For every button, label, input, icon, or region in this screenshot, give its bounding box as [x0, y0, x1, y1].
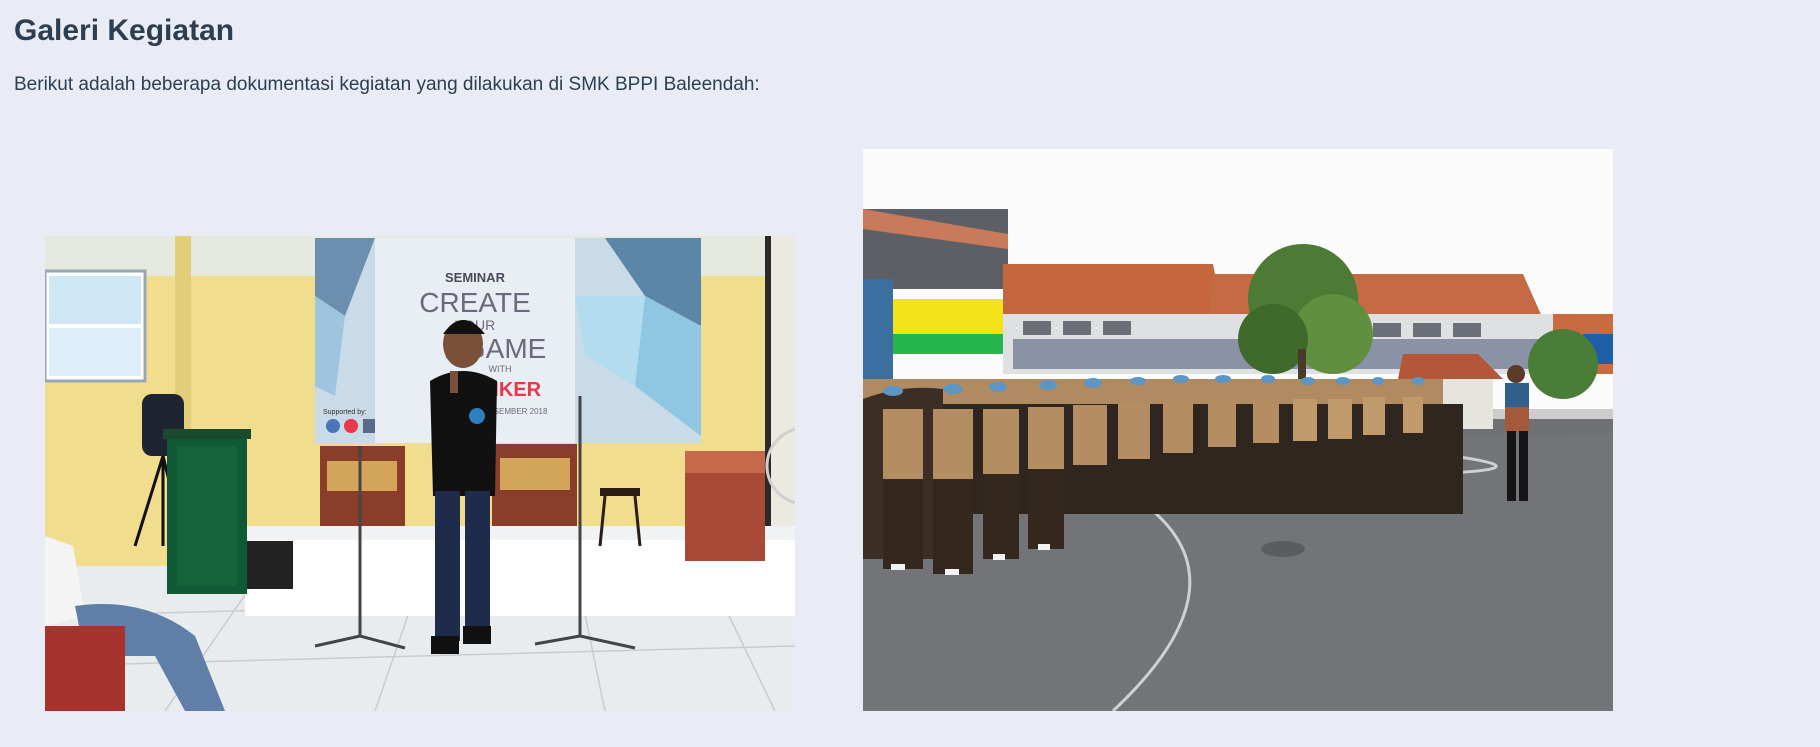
assembly-photo-image: [863, 149, 1613, 711]
banner-line-2: CREATE: [419, 287, 531, 318]
banner-line-5: WITH: [489, 364, 512, 374]
banner-line-1: SEMINAR: [445, 270, 506, 285]
page-title: Galeri Kegiatan: [14, 14, 235, 47]
gallery-photo-assembly[interactable]: [863, 149, 1613, 711]
seminar-photo-image: SEMINAR CREATE YOUR NGAME WITH INKER DES…: [45, 236, 795, 711]
gallery-page: Galeri Kegiatan Berikut adalah beberapa …: [0, 0, 1820, 747]
seminar-banner: SEMINAR CREATE YOUR NGAME WITH INKER DES…: [315, 238, 701, 443]
gallery-photo-seminar[interactable]: SEMINAR CREATE YOUR NGAME WITH INKER DES…: [45, 236, 795, 711]
banner-supported: Supported by:: [323, 409, 367, 416]
gallery-intro: Berikut adalah beberapa dokumentasi kegi…: [14, 74, 760, 95]
window: [45, 269, 147, 383]
